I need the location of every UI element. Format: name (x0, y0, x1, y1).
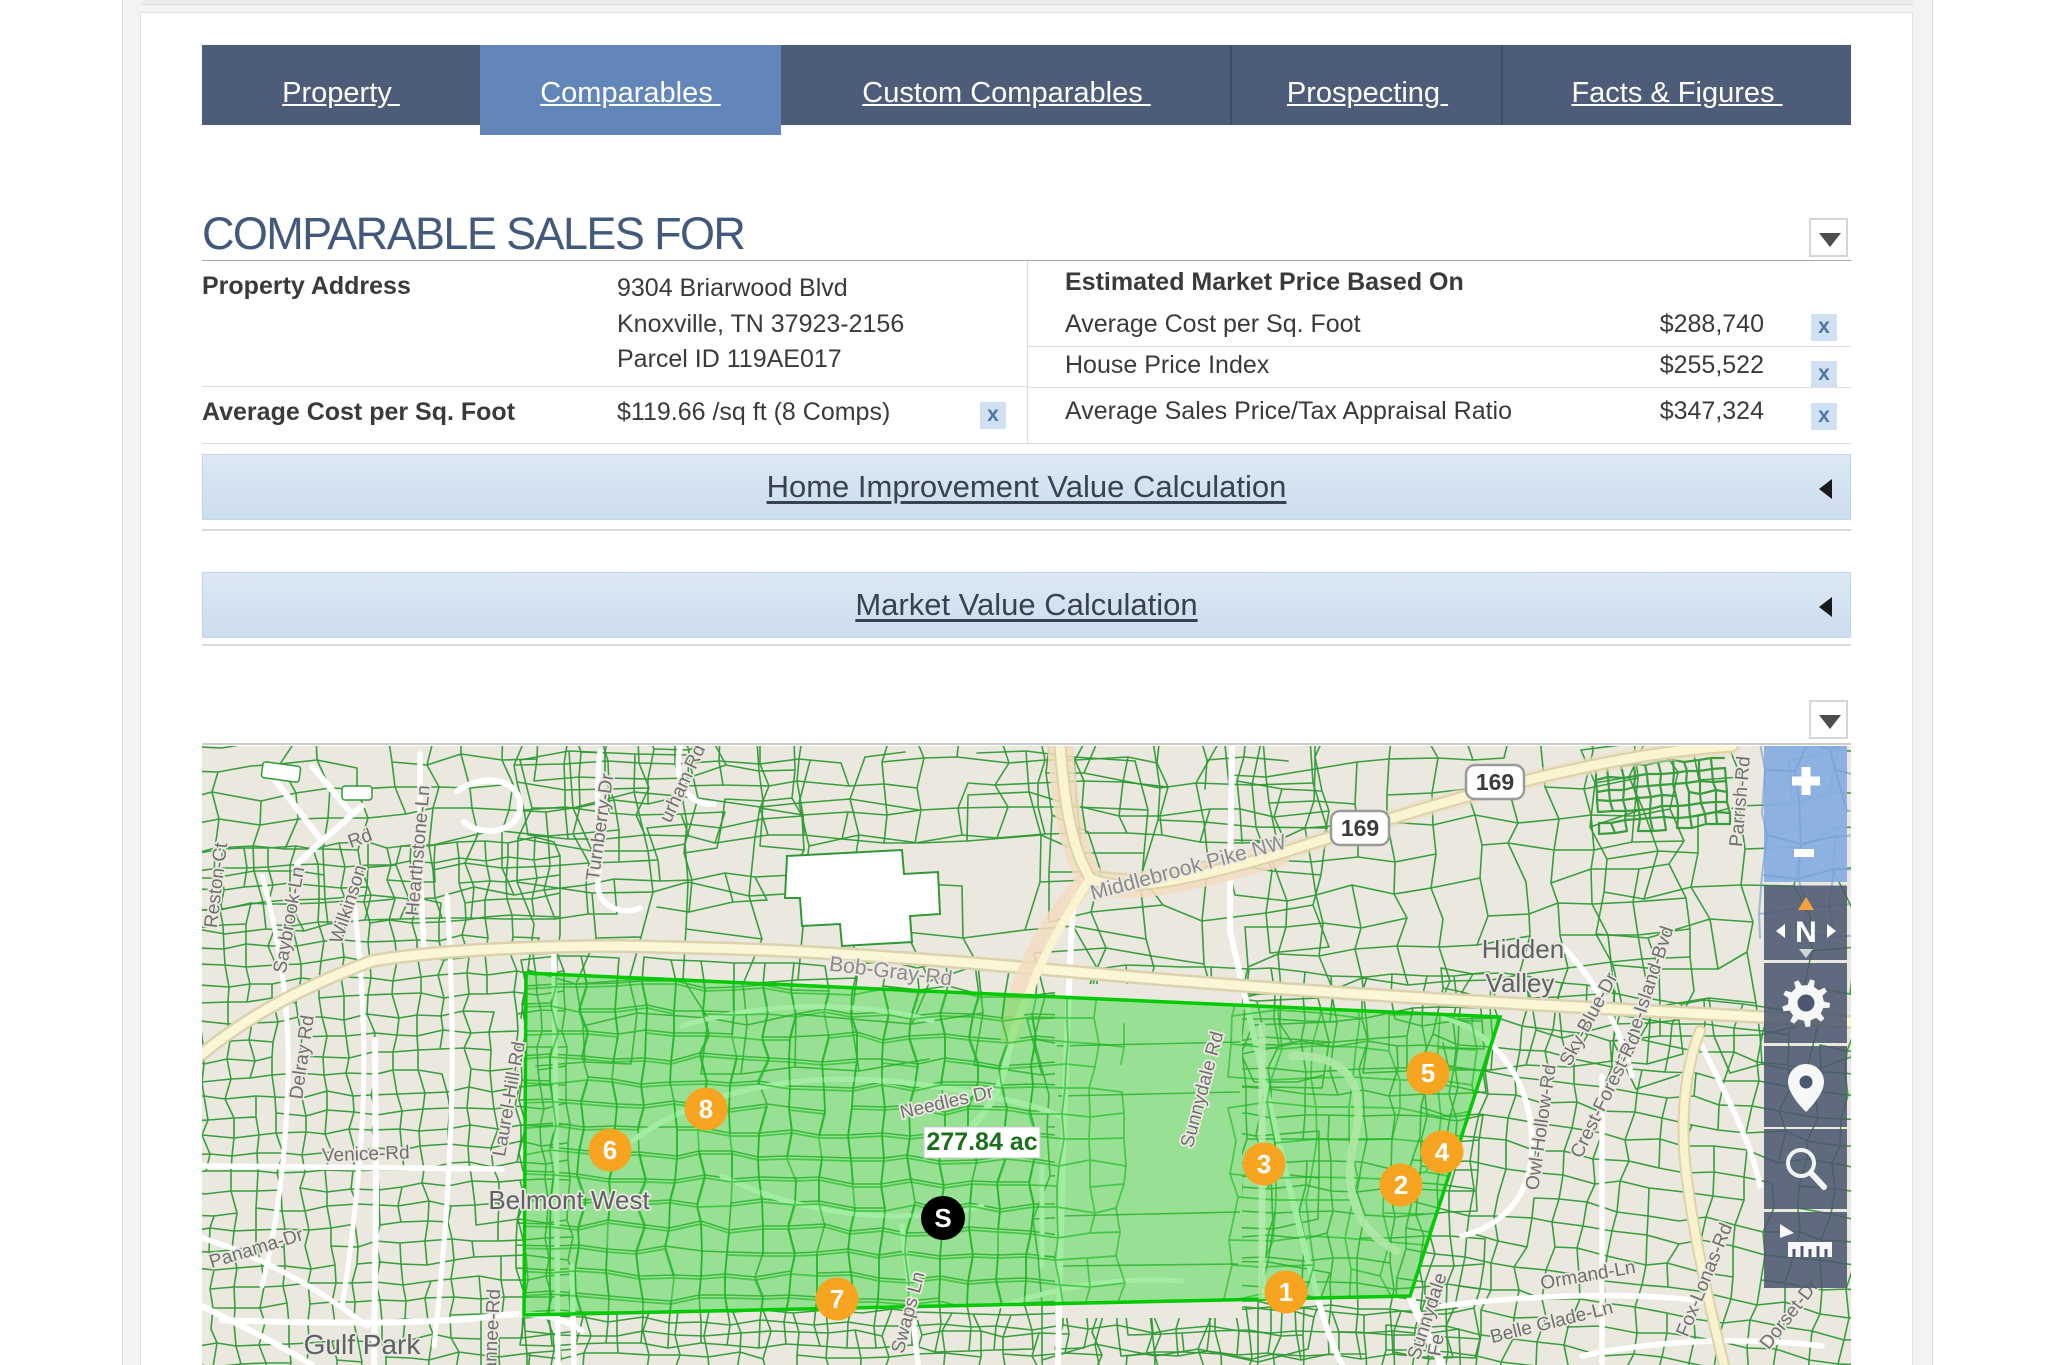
svg-text:Hidden: Hidden (1482, 934, 1564, 964)
svg-text:5: 5 (1421, 1058, 1435, 1088)
svg-text:annee-Rd: annee-Rd (480, 1288, 505, 1365)
svg-text:Valley: Valley (1486, 968, 1555, 998)
svg-text:169: 169 (1341, 815, 1379, 841)
svg-text:Venice-Rd: Venice-Rd (322, 1142, 410, 1166)
svg-text:S: S (934, 1203, 951, 1233)
svg-text:169: 169 (1476, 769, 1514, 795)
svg-text:Gulf Park: Gulf Park (304, 1329, 422, 1360)
svg-text:1: 1 (1279, 1277, 1293, 1307)
svg-text:Fe: Fe (1424, 1332, 1449, 1357)
svg-text:2: 2 (1394, 1170, 1408, 1200)
svg-text:N: N (1795, 916, 1817, 949)
svg-text:8: 8 (699, 1094, 713, 1124)
svg-text:277.84 ac: 277.84 ac (926, 1128, 1037, 1156)
svg-text:3: 3 (1257, 1149, 1271, 1179)
svg-text:7: 7 (830, 1284, 844, 1314)
svg-text:Belmont West: Belmont West (488, 1185, 650, 1215)
svg-text:6: 6 (603, 1135, 617, 1165)
svg-text:4: 4 (1435, 1137, 1450, 1167)
